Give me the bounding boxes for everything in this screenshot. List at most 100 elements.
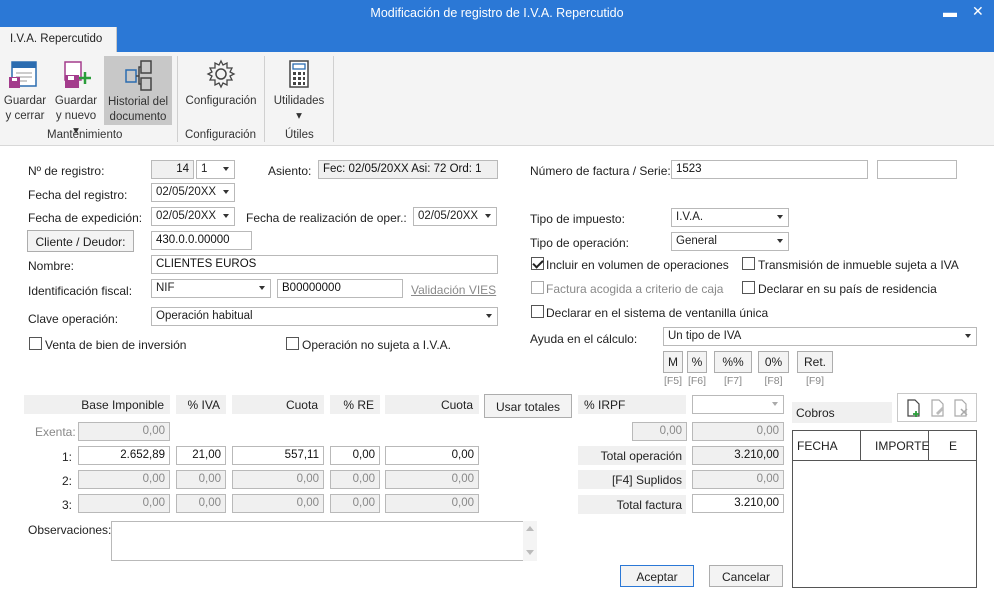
tipo-operacion-select[interactable]: General xyxy=(671,232,789,251)
scroll-down-icon[interactable] xyxy=(526,550,534,555)
total-factura-field[interactable]: 3.210,00 xyxy=(692,494,784,513)
fecha-expedicion-value: 02/05/20XX xyxy=(156,210,217,222)
save-close-button[interactable]: Guardar y cerrar xyxy=(2,58,48,124)
row-2-iva-field[interactable]: 0,00 xyxy=(176,470,226,489)
cliente-deudor-button[interactable]: Cliente / Deudor: xyxy=(27,230,134,252)
criterio-caja-checkbox[interactable] xyxy=(531,281,544,294)
row-3-iva-field[interactable]: 0,00 xyxy=(176,494,226,513)
ventanilla-checkbox[interactable] xyxy=(531,305,544,318)
exenta-label: Exenta: xyxy=(35,425,76,439)
group-maintenance-label: Mantenimiento xyxy=(47,129,123,141)
registro-number-field[interactable]: 14 xyxy=(151,160,194,179)
row-1-re-field[interactable]: 0,00 xyxy=(330,446,380,465)
asiento-label: Asiento: xyxy=(268,164,312,178)
save-new-icon xyxy=(64,61,91,88)
row-3-base-field[interactable]: 0,00 xyxy=(78,494,170,513)
factura-serie-field[interactable] xyxy=(877,160,957,179)
new-document-icon[interactable] xyxy=(906,399,922,417)
row-1-cuota-field[interactable]: 557,11 xyxy=(232,446,324,465)
save-close-label-1: Guardar xyxy=(3,95,47,107)
row-3-cuota-field[interactable]: 0,00 xyxy=(232,494,324,513)
save-new-button[interactable]: Guardar y nuevo ▾ xyxy=(52,58,100,137)
save-new-label-2: y nuevo xyxy=(55,110,97,122)
clave-operacion-select[interactable]: Operación habitual xyxy=(151,307,498,326)
scroll-up-icon[interactable] xyxy=(526,526,534,531)
fecha-realizacion-value: 02/05/20XX xyxy=(418,210,479,222)
chevron-down-icon xyxy=(777,239,783,243)
calc-m-button[interactable]: M xyxy=(663,351,683,373)
ribbon-separator xyxy=(177,56,178,142)
utilities-button[interactable]: Utilidades ▾ xyxy=(268,58,330,124)
row-1-iva-field[interactable]: 21,00 xyxy=(176,446,226,465)
clave-label: Clave operación: xyxy=(28,312,119,326)
no-sujeta-checkbox[interactable] xyxy=(286,337,299,350)
nombre-field[interactable]: CLIENTES EUROS xyxy=(151,255,498,274)
validacion-vies-link[interactable]: Validación VIES xyxy=(411,283,496,297)
suplidos-field[interactable]: 0,00 xyxy=(692,470,784,489)
irpf-pct-field[interactable]: 0,00 xyxy=(632,422,687,441)
registro-serie-select[interactable]: 1 xyxy=(196,160,235,179)
edit-document-icon[interactable] xyxy=(930,399,946,417)
accept-button[interactable]: Aceptar xyxy=(620,565,694,587)
fecha-expedicion-select[interactable]: 02/05/20XX xyxy=(151,207,235,226)
declarar-pais-checkbox[interactable] xyxy=(742,281,755,294)
ident-tipo-select[interactable]: NIF xyxy=(151,279,271,298)
row-3-re-field[interactable]: 0,00 xyxy=(330,494,380,513)
cobros-col-e[interactable]: E xyxy=(929,431,976,461)
factura-number-field[interactable]: 1523 xyxy=(671,160,868,179)
fecha-realizacion-select[interactable]: 02/05/20XX xyxy=(413,207,497,226)
cobros-col-fecha[interactable]: FECHA xyxy=(793,431,861,461)
row-1-base-field[interactable]: 2.652,89 xyxy=(78,446,170,465)
row-2-base-field[interactable]: 0,00 xyxy=(78,470,170,489)
chevron-down-icon xyxy=(772,402,778,406)
ventanilla-label: Declarar en el sistema de ventanilla úni… xyxy=(546,306,769,320)
chevron-down-icon xyxy=(485,214,491,218)
venta-bien-label: Venta de bien de inversión xyxy=(45,338,187,352)
tipo-impuesto-select[interactable]: I.V.A. xyxy=(671,208,789,227)
calc-percent-button[interactable]: % xyxy=(687,351,707,373)
transmision-label: Transmisión de inmueble sujeta a IVA xyxy=(758,258,959,272)
tipo-operacion-value: General xyxy=(676,235,717,247)
irpf-type-select[interactable] xyxy=(692,395,784,414)
title-bar: Modificación de registro de I.V.A. Reper… xyxy=(0,0,994,27)
chevron-down-icon xyxy=(223,167,229,171)
asiento-field: Fec: 02/05/20XX Asi: 72 Ord: 1 xyxy=(318,160,498,179)
group-utils-label: Útiles xyxy=(285,129,314,141)
cobros-col-importe[interactable]: IMPORTE xyxy=(861,431,929,461)
observaciones-scrollbar[interactable] xyxy=(523,521,537,561)
tab-iva-repercutido[interactable]: I.V.A. Repercutido xyxy=(0,27,117,52)
transmision-checkbox[interactable] xyxy=(742,257,755,270)
row-2-re-field[interactable]: 0,00 xyxy=(330,470,380,489)
tab-bar: I.V.A. Repercutido xyxy=(0,27,994,52)
close-icon[interactable]: ✕ xyxy=(972,3,984,20)
ident-valor-field[interactable]: B00000000 xyxy=(277,279,403,298)
row-2-cuota-field[interactable]: 0,00 xyxy=(232,470,324,489)
calc-retencion-button[interactable]: Ret. xyxy=(797,351,833,373)
observaciones-textarea[interactable] xyxy=(111,521,537,561)
irpf-amount-field[interactable]: 0,00 xyxy=(692,422,784,441)
row-1-cuota-re-field[interactable]: 0,00 xyxy=(385,446,479,465)
cliente-cuenta-field[interactable]: 430.0.0.00000 xyxy=(151,231,252,250)
config-button[interactable]: Configuración xyxy=(181,58,261,118)
incluir-volumen-checkbox[interactable] xyxy=(531,257,544,270)
calc-zero-percent-button[interactable]: 0% xyxy=(758,351,789,373)
utilities-dropdown-icon: ▾ xyxy=(296,110,302,122)
venta-bien-checkbox[interactable] xyxy=(29,337,42,350)
cancel-button[interactable]: Cancelar xyxy=(709,565,783,587)
fecha-registro-select[interactable]: 02/05/20XX xyxy=(151,183,235,202)
row-2-cuota-re-field[interactable]: 0,00 xyxy=(385,470,479,489)
usar-totales-button[interactable]: Usar totales xyxy=(484,394,572,418)
history-button[interactable]: Historial del documento xyxy=(104,56,172,125)
ayuda-calculo-select[interactable]: Un tipo de IVA xyxy=(663,327,977,346)
header-irpf: % IRPF xyxy=(578,395,686,414)
cobros-table[interactable]: FECHA IMPORTE E xyxy=(792,430,977,588)
calc-double-percent-button[interactable]: %% xyxy=(714,351,752,373)
row-2-label: 2: xyxy=(62,474,73,488)
delete-document-icon[interactable] xyxy=(953,399,969,417)
calc-key-hint: [F7] xyxy=(723,375,743,387)
exenta-field[interactable]: 0,00 xyxy=(78,422,170,441)
minimize-icon[interactable]: ▬ xyxy=(943,4,957,20)
total-operacion-label: Total operación xyxy=(578,446,686,465)
row-3-cuota-re-field[interactable]: 0,00 xyxy=(385,494,479,513)
calc-key-hint: [F8] xyxy=(764,375,783,387)
